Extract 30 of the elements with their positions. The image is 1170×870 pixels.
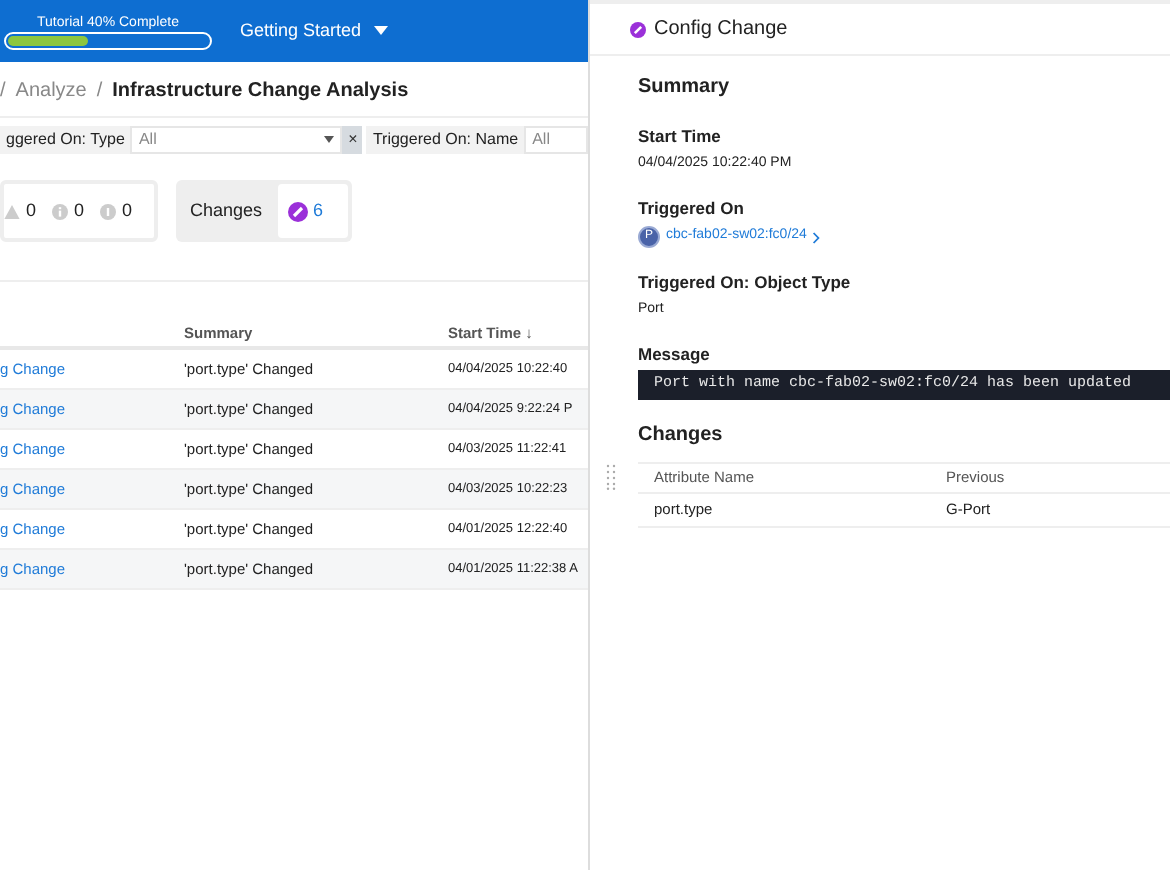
changes-card[interactable]: Changes 6 xyxy=(176,180,352,242)
info-icon xyxy=(52,203,69,219)
alert-count: 0 xyxy=(26,197,37,224)
alert-count: 0 xyxy=(74,197,85,224)
field-label: Triggered On xyxy=(638,196,746,222)
filter-label: Triggered On: Name xyxy=(366,126,525,154)
page-title: Infrastructure Change Analysis xyxy=(112,78,409,106)
caret-icon xyxy=(373,26,388,36)
field-label: Message xyxy=(638,342,712,368)
filter-dropdown[interactable]: All xyxy=(130,126,343,154)
panel-title: Config Change xyxy=(654,16,788,44)
drag-handle-icon[interactable] xyxy=(606,464,616,490)
warning-icon xyxy=(4,203,20,219)
filter-label: ggered On: Type xyxy=(0,126,131,154)
breadcrumb-link[interactable]: Analyze xyxy=(15,76,87,106)
changes-count: 6 xyxy=(313,197,324,224)
breadcrumb-separator: / xyxy=(0,78,6,106)
field-label: Triggered On: Object Type xyxy=(638,270,853,296)
section-heading: Summary xyxy=(638,74,732,102)
filter-field[interactable]: All xyxy=(524,126,588,154)
getting-started-menu[interactable]: Getting Started xyxy=(232,17,396,45)
changes-label: Changes xyxy=(190,197,263,224)
info-icon xyxy=(100,203,117,219)
chevron-icon xyxy=(812,231,821,243)
field-label: Start Time xyxy=(638,124,723,150)
alert-count: 0 xyxy=(122,197,133,224)
breadcrumb-separator: / xyxy=(96,78,103,106)
section-heading: Changes xyxy=(638,422,725,450)
caret-icon xyxy=(324,136,335,144)
clear-filter-button[interactable]: × xyxy=(342,126,363,154)
